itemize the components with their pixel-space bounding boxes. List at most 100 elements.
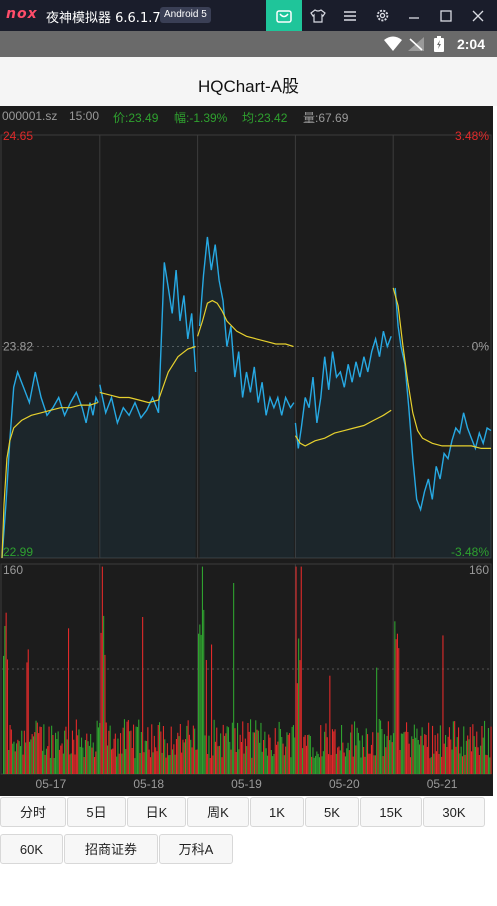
button-1k[interactable]: 1K (250, 797, 304, 827)
volume-bar (3, 655, 5, 774)
button-daily-k[interactable]: 日K (127, 797, 186, 827)
volume-bar (454, 721, 456, 774)
y-tick-mid: 23.82 (3, 340, 33, 354)
volume-bar (408, 743, 410, 774)
volume-bar (81, 737, 83, 774)
volume-bar (429, 758, 431, 774)
volume-bar (474, 746, 476, 774)
close-icon[interactable] (460, 0, 496, 31)
volume-bar (266, 755, 268, 774)
volume-bar (325, 723, 327, 774)
volume-bar (86, 733, 88, 774)
volume-bar (196, 749, 198, 774)
volume-bar (68, 628, 70, 774)
volume-bar (348, 750, 350, 774)
volume-bar (291, 726, 293, 774)
menu-icon[interactable] (332, 0, 368, 31)
volume-bar (421, 727, 423, 774)
volume-bar (64, 730, 66, 774)
shirt-icon[interactable] (300, 0, 336, 31)
volume-bar (338, 746, 340, 774)
volume-bar (198, 633, 200, 774)
volume-bar (396, 633, 398, 774)
button-5k[interactable]: 5K (305, 797, 359, 827)
volume-bar (253, 732, 255, 774)
button-5day[interactable]: 5日 (67, 797, 126, 827)
volume-bar (172, 749, 174, 774)
volume-bar (435, 751, 437, 774)
volume-bar (127, 720, 129, 774)
volume-bar (147, 727, 149, 774)
volume-bar (211, 644, 213, 774)
x-tick-label: 05-18 (133, 777, 164, 791)
button-stock-vanke[interactable]: 万科A (159, 834, 233, 864)
volume-bar (51, 725, 53, 774)
volume-bar (464, 754, 466, 774)
button-30k[interactable]: 30K (423, 797, 485, 827)
volume-bar (404, 731, 406, 774)
volume-bar (471, 751, 473, 774)
volume-bar (445, 735, 447, 774)
volume-bar (49, 757, 51, 774)
volume-bar (29, 741, 31, 774)
volume-bar (160, 731, 162, 774)
volume-bar (129, 731, 131, 774)
volume-bar (168, 755, 170, 774)
maximize-icon[interactable] (428, 0, 464, 31)
volume-bar (335, 753, 337, 774)
minute-chart[interactable]: 000001.sz 15:00 价:23.49 幅:-1.39% 均:23.42… (0, 106, 493, 796)
volume-bar (274, 728, 276, 774)
volume-bar (66, 739, 68, 774)
volume-bar (383, 734, 385, 774)
volume-bar (361, 735, 363, 774)
volume-bar (117, 738, 119, 774)
volume-bar (226, 726, 228, 774)
volume-bar (424, 734, 426, 774)
volume-bar (381, 729, 383, 774)
volume-bar (378, 719, 380, 774)
nox-logo: nox (6, 6, 38, 22)
volume-bar (391, 742, 393, 774)
volume-bar (9, 725, 11, 774)
volume-bar (302, 748, 304, 774)
volume-bar (73, 739, 75, 774)
volume-bar (350, 732, 352, 774)
volume-bar (465, 740, 467, 774)
volume-bar (452, 721, 454, 774)
button-stock-cmb[interactable]: 招商证券 (64, 834, 158, 864)
volume-bar (39, 726, 41, 774)
volume-bar (398, 648, 400, 774)
volume-bar (97, 727, 99, 774)
volume-bar (286, 732, 288, 774)
minimize-icon[interactable] (396, 0, 432, 31)
volume-bar (169, 755, 171, 774)
volume-bar (186, 725, 188, 774)
volume-bar (187, 720, 189, 774)
volume-bar (426, 746, 428, 774)
volume-bar (294, 737, 296, 774)
volume-bar (55, 732, 57, 774)
volume-bar (90, 734, 92, 774)
store-icon[interactable] (266, 0, 302, 31)
volume-bar (406, 722, 408, 774)
button-15k[interactable]: 15K (360, 797, 422, 827)
button-minute[interactable]: 分时 (0, 797, 66, 827)
volume-bar (455, 746, 457, 774)
volume-bar (212, 755, 214, 774)
volume-bar (389, 740, 391, 774)
button-60k[interactable]: 60K (0, 834, 63, 864)
volume-bar (120, 733, 122, 774)
volume-bar (307, 735, 309, 774)
volume-bar (443, 743, 445, 774)
button-weekly-k[interactable]: 周K (187, 797, 249, 827)
battery-icon (434, 36, 444, 57)
gear-icon[interactable] (364, 0, 400, 31)
volume-bar (472, 724, 474, 774)
volume-bar (461, 756, 463, 774)
volume-bar (467, 735, 469, 774)
volume-bar (416, 728, 418, 774)
volume-bar (468, 739, 470, 774)
volume-bar (13, 741, 15, 774)
volume-bar (238, 749, 240, 774)
volume-bar (131, 748, 133, 774)
